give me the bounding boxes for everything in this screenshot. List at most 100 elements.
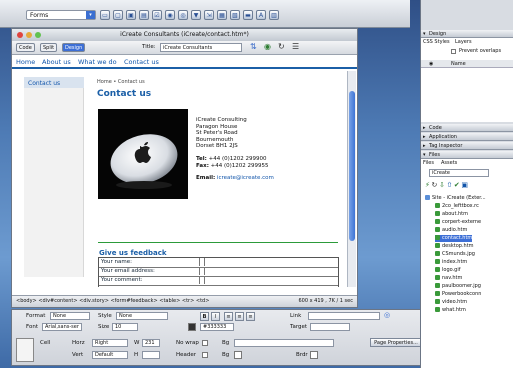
header-checkbox[interactable] [202, 352, 208, 358]
page-title-input[interactable]: iCreate Consultants [160, 43, 242, 52]
vert-align-select[interactable]: Default [92, 351, 128, 359]
tag-inspector-panel-header[interactable]: Tag Inspector [421, 142, 513, 150]
font-select[interactable]: Arial,sans-ser [42, 323, 82, 331]
file-list-item[interactable]: CSmunds.jpg [435, 251, 475, 258]
file-list-item[interactable]: what.htm [435, 307, 466, 314]
format-select[interactable]: None [50, 312, 90, 320]
jump-menu-icon[interactable]: ⇲ [204, 10, 214, 20]
file-list-item[interactable]: paulboomer.jpg [435, 283, 481, 290]
border-color-swatch[interactable] [310, 351, 318, 359]
image-field-icon[interactable]: ▦ [217, 10, 227, 20]
file-list-item[interactable]: about.htm [435, 211, 468, 218]
page-properties-button[interactable]: Page Properties... [370, 338, 422, 347]
link-input[interactable] [308, 312, 380, 320]
zoom-button[interactable] [35, 32, 41, 38]
align-right-icon[interactable]: ≡ [246, 312, 255, 321]
application-panel-header[interactable]: Application [421, 133, 513, 141]
nav-link-about[interactable]: About us [42, 58, 71, 66]
files-panel-header[interactable]: Files [421, 151, 513, 159]
checkbox-icon[interactable]: ☑ [152, 10, 162, 20]
file-list-item[interactable]: Powerbookconn [435, 291, 481, 298]
horz-align-select[interactable]: Right [92, 339, 128, 347]
code-panel-header[interactable]: Code [421, 124, 513, 132]
window-size-readout[interactable]: 600 x 419 , 7K / 1 sec [298, 296, 353, 307]
target-select[interactable] [310, 323, 350, 331]
italic-button[interactable]: I [211, 312, 220, 321]
color-hex-input[interactable]: #333333 [200, 323, 234, 331]
fieldset-icon[interactable]: ▥ [269, 10, 279, 20]
height-input[interactable] [142, 351, 160, 359]
file-list-item[interactable]: nav.htm [435, 275, 462, 282]
label-icon[interactable]: A [256, 10, 266, 20]
color-swatch[interactable] [188, 323, 196, 331]
tab-files[interactable]: Files [423, 160, 434, 166]
bold-button[interactable]: B [200, 312, 209, 321]
feedback-form-table[interactable]: Your name: Your email address: Your comm… [98, 257, 339, 287]
put-files-icon[interactable]: ⇧ [446, 181, 452, 189]
split-view-button[interactable]: Split [40, 43, 58, 52]
get-files-icon[interactable]: ⇩ [439, 181, 445, 189]
refresh-icon[interactable]: ↻ [432, 181, 438, 189]
design-canvas[interactable]: Contact us Home • Contact us Contact us [12, 71, 347, 287]
design-panel-header[interactable]: Design [421, 30, 513, 38]
file-list-item[interactable]: logo.gif [435, 267, 461, 274]
site-select[interactable]: iCreate [429, 169, 489, 177]
radio-group-icon[interactable]: ◎ [178, 10, 188, 20]
bg-image-input[interactable] [234, 339, 334, 347]
file-list-item[interactable]: desktop.htm [435, 243, 474, 250]
form-icon[interactable]: ▭ [100, 10, 110, 20]
minimize-button[interactable] [26, 32, 32, 38]
table-cell[interactable] [199, 258, 205, 266]
bg-color-swatch[interactable] [234, 351, 242, 359]
nav-link-home[interactable]: Home [16, 58, 35, 66]
mouse-photo [98, 109, 188, 199]
width-input[interactable]: 231 [142, 339, 160, 347]
code-view-button[interactable]: Code [16, 43, 35, 52]
prevent-overlaps-checkbox[interactable] [451, 49, 456, 54]
vertical-scrollbar[interactable] [347, 71, 356, 287]
file-list-item[interactable]: index.htm [435, 259, 467, 266]
tab-layers[interactable]: Layers [455, 39, 472, 45]
refresh-icon[interactable]: ↻ [278, 42, 285, 51]
browse-folder-icon[interactable]: ◎ [384, 311, 390, 319]
button-icon[interactable]: ▬ [243, 10, 253, 20]
size-select[interactable]: 10 [112, 323, 138, 331]
tab-css-styles[interactable]: CSS Styles [423, 39, 450, 45]
tab-assets[interactable]: Assets [441, 160, 457, 166]
connect-icon[interactable]: ⚡ [425, 181, 430, 189]
style-select[interactable]: None [116, 312, 168, 320]
nowrap-checkbox[interactable] [202, 340, 208, 346]
view-options-icon[interactable]: ☰ [292, 42, 299, 51]
nav-link-what[interactable]: What we do [78, 58, 117, 66]
file-list-item[interactable]: contact.htm [435, 235, 473, 242]
nav-link-contact[interactable]: Contact us [124, 58, 159, 66]
design-view-button[interactable]: Design [62, 43, 86, 52]
file-list-item[interactable]: audio.htm [435, 227, 467, 234]
file-management-icon[interactable]: ⇅ [250, 42, 257, 51]
file-field-icon[interactable]: ▧ [230, 10, 240, 20]
text-field-icon[interactable]: ▢ [113, 10, 123, 20]
email-link[interactable]: icreate@icreate.com [217, 175, 274, 181]
file-list-item[interactable]: corpert-externe [435, 219, 481, 226]
check-out-icon[interactable]: ✔ [454, 181, 460, 189]
tag-selector[interactable]: <body> <div#content> <div.story> <form#f… [16, 298, 209, 304]
align-left-icon[interactable]: ≡ [224, 312, 233, 321]
radio-icon[interactable]: ◉ [165, 10, 175, 20]
list-menu-icon[interactable]: ▼ [191, 10, 201, 20]
insert-category-select[interactable]: Forms ▾ [26, 10, 96, 20]
side-nav-item-contact[interactable]: Contact us [24, 77, 84, 88]
file-list-item[interactable]: 2co_lefttbox.rc [435, 203, 479, 210]
expand-icon[interactable]: ▣ [461, 181, 468, 189]
table-cell[interactable] [199, 267, 205, 275]
file-list-item[interactable]: video.htm [435, 299, 467, 306]
target-label: Target [290, 324, 308, 330]
file-list-item[interactable]: Site - iCreate (Exter... [425, 195, 486, 202]
textarea-icon[interactable]: ▤ [139, 10, 149, 20]
table-cell[interactable] [199, 276, 205, 284]
scrollbar-thumb[interactable] [349, 91, 355, 241]
table-row[interactable]: Your comment: [99, 276, 338, 286]
preview-browser-icon[interactable]: ◉ [264, 42, 271, 51]
hidden-field-icon[interactable]: ▣ [126, 10, 136, 20]
align-center-icon[interactable]: ≡ [235, 312, 244, 321]
close-button[interactable] [17, 32, 23, 38]
